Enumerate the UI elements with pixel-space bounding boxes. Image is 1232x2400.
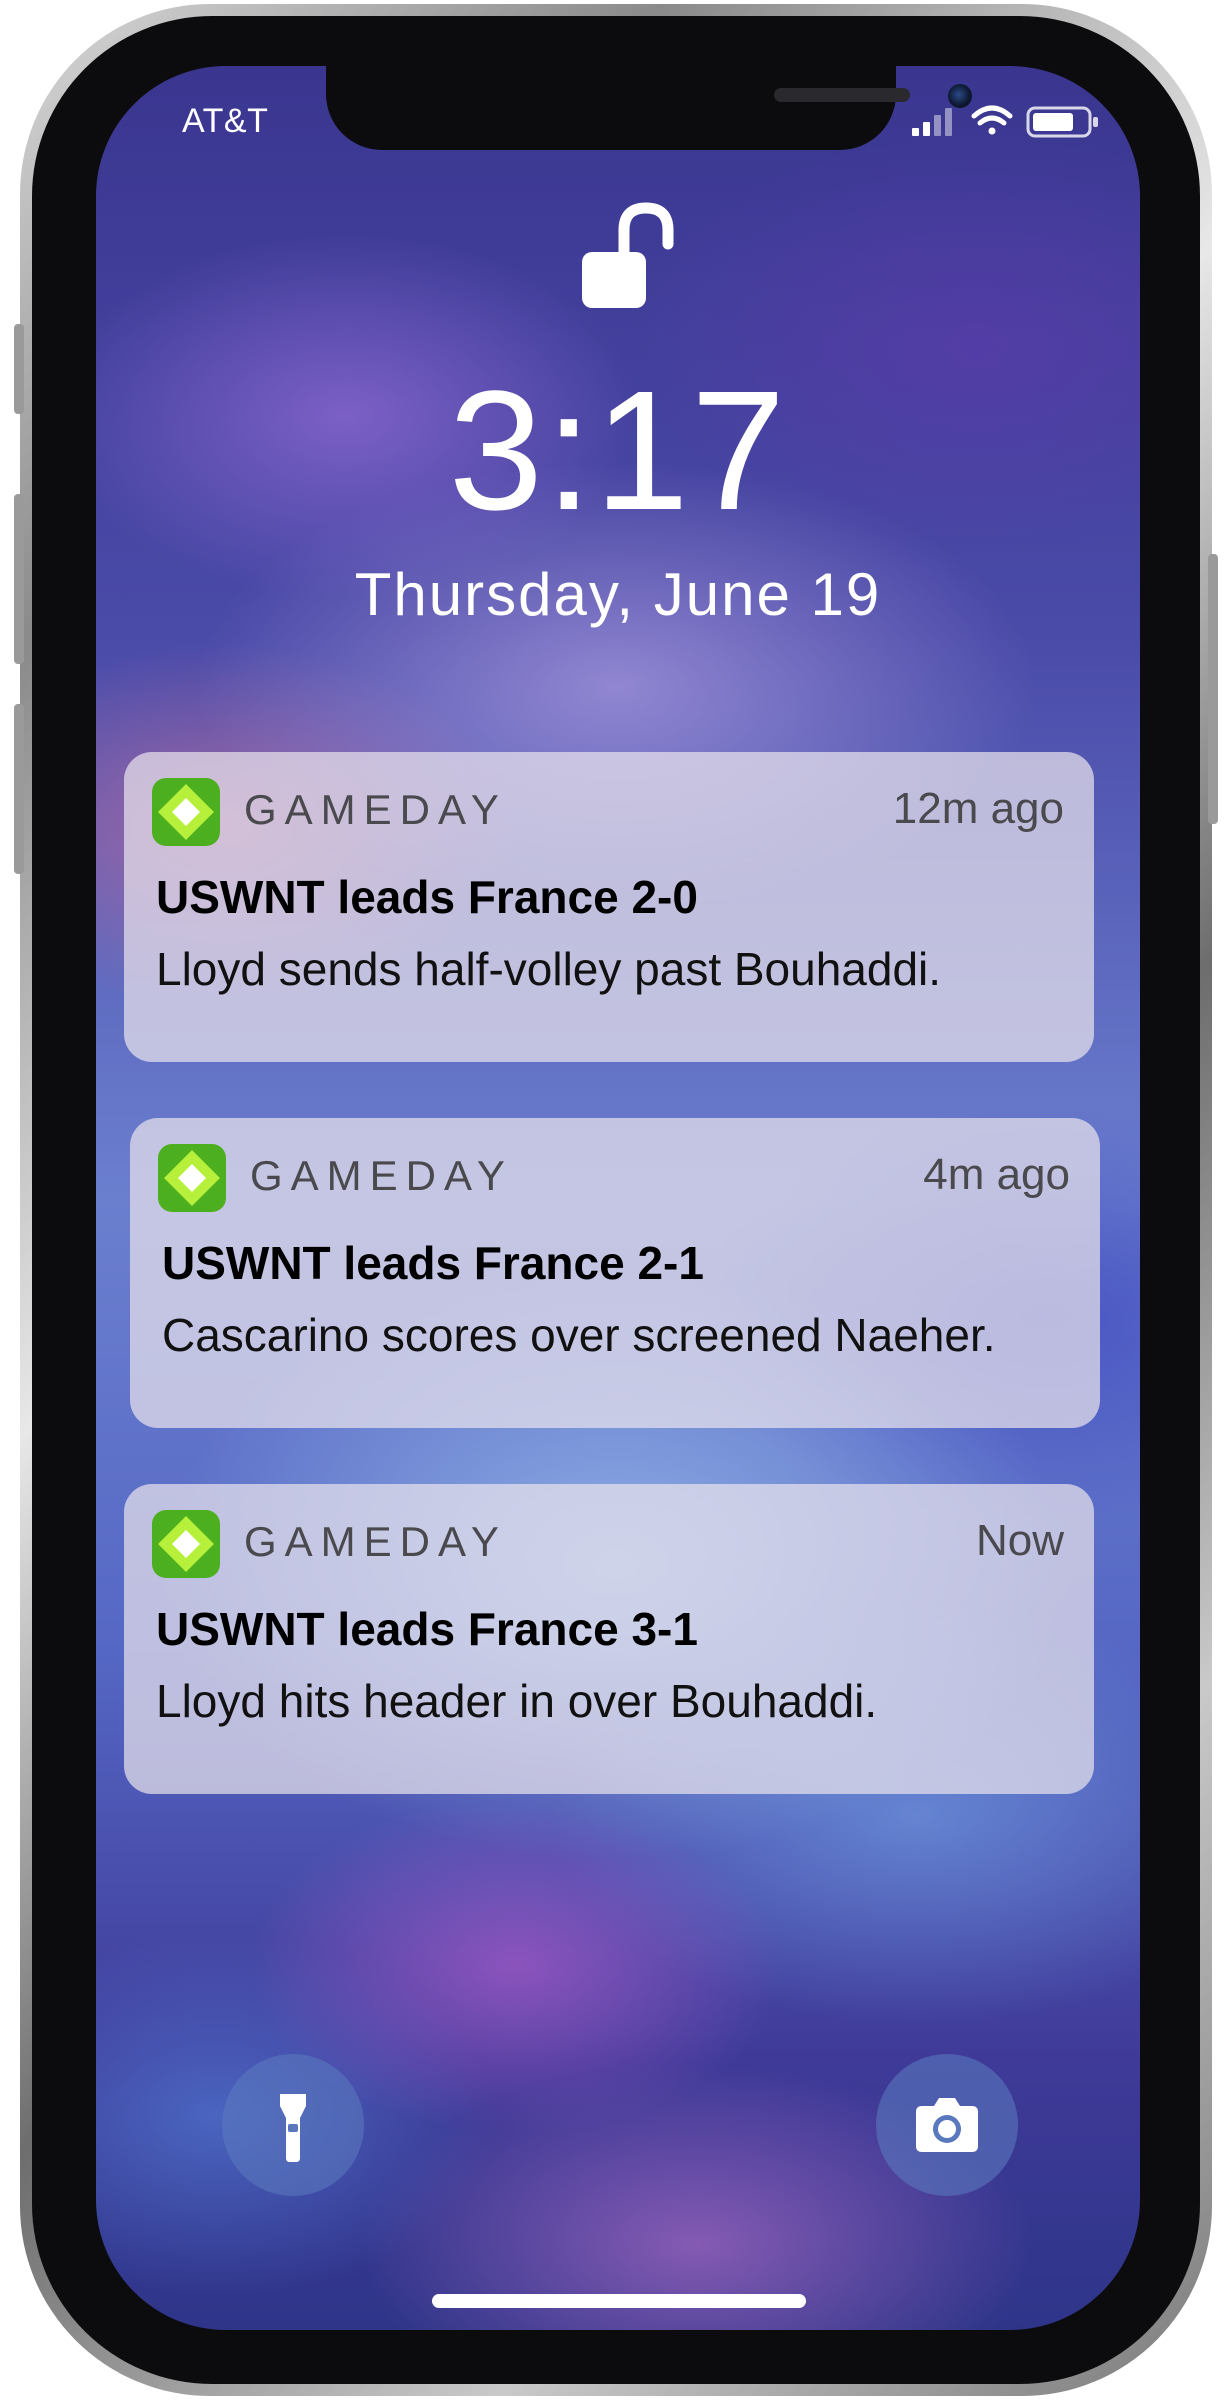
notification-app-name: GAMEDAY (244, 1518, 507, 1565)
volume-up-button (14, 494, 24, 664)
notification-app-name: GAMEDAY (244, 786, 507, 833)
wifi-icon (971, 105, 1013, 135)
lock-screen-date: Thursday, June 19 (354, 561, 882, 628)
notification-body: Lloyd hits header in over Bouhaddi. (156, 1675, 878, 1727)
earpiece-speaker (774, 88, 910, 102)
flashlight-icon (280, 2094, 306, 2162)
notification-title: USWNT leads France 2-1 (162, 1237, 704, 1289)
home-indicator[interactable] (432, 2294, 806, 2308)
notification-card[interactable]: GAMEDAY 12m ago USWNT leads France 2-0 L… (124, 752, 1094, 1062)
notch (326, 66, 972, 150)
battery-icon (1026, 106, 1098, 138)
carrier-label: AT&T (182, 102, 269, 140)
unlocked-padlock-icon (574, 200, 684, 312)
notification-time: 4m ago (923, 1150, 1070, 1199)
notification-app-name: GAMEDAY (250, 1152, 513, 1199)
notification-title: USWNT leads France 3-1 (156, 1603, 698, 1655)
camera-button[interactable] (876, 2054, 1018, 2196)
notification-body: Cascarino scores over screened Naeher. (162, 1309, 996, 1361)
status-icons (912, 102, 1102, 140)
power-button (1208, 554, 1218, 824)
notification-card[interactable]: GAMEDAY Now USWNT leads France 3-1 Lloyd… (124, 1484, 1094, 1794)
camera-icon (916, 2098, 978, 2152)
volume-down-button (14, 704, 24, 874)
gameday-diamond-icon (152, 1510, 220, 1578)
cellular-signal-icon (912, 108, 952, 136)
notification-time: 12m ago (892, 784, 1064, 833)
gameday-diamond-icon (158, 1144, 226, 1212)
flashlight-button[interactable] (222, 2054, 364, 2196)
notification-body: Lloyd sends half-volley past Bouhaddi. (156, 943, 942, 995)
notification-time: Now (975, 1516, 1064, 1565)
lock-screen-time: 3:17 (448, 356, 788, 546)
notification-card[interactable]: GAMEDAY 4m ago USWNT leads France 2-1 Ca… (130, 1118, 1100, 1428)
notification-title: USWNT leads France 2-0 (156, 871, 698, 923)
lock-screen: AT&T 3:17 Thursday, June 19 GAMEDAY 12m … (96, 66, 1140, 2330)
gameday-diamond-icon (152, 778, 220, 846)
silent-switch (14, 324, 24, 414)
